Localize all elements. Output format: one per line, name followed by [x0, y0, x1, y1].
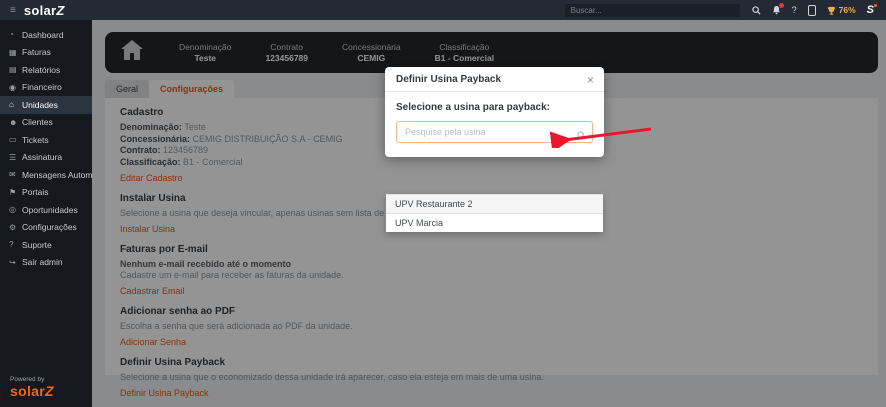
- gamification-score[interactable]: 76%: [827, 5, 856, 15]
- sidebar-item-portais[interactable]: ⚑Portais: [0, 184, 92, 202]
- sidebar-item-mensagens[interactable]: ✉Mensagens Automát...: [0, 166, 92, 184]
- modal-body: Selecione a usina para payback:: [385, 92, 604, 157]
- modal-header: Definir Usina Payback ×: [385, 67, 604, 92]
- notifications-bell-icon[interactable]: [772, 5, 781, 15]
- modal-label: Selecione a usina para payback:: [396, 102, 593, 113]
- sidebar-footer: Powered by solarZ: [0, 376, 92, 407]
- home-icon: ⌂: [9, 100, 22, 109]
- usina-options-dropdown: UPV Restaurante 2 UPV Marcia: [386, 194, 603, 232]
- sidebar-item-tickets[interactable]: ▭Tickets: [0, 131, 92, 149]
- global-search-input[interactable]: [565, 4, 740, 17]
- close-icon[interactable]: ×: [587, 75, 594, 85]
- sidebar-item-suporte[interactable]: ?Suporte: [0, 236, 92, 254]
- support-icon: ?: [9, 240, 22, 249]
- logout-icon: ↪: [9, 258, 22, 267]
- solarz-logo: solarZ: [24, 3, 65, 18]
- sidebar-item-relatorios[interactable]: ▤Relatórios: [0, 61, 92, 79]
- search-icon[interactable]: [752, 6, 761, 15]
- sidebar-item-clientes[interactable]: ☻Clientes: [0, 114, 92, 132]
- subscription-icon: ☰: [9, 153, 22, 162]
- sidebar: ◔Dashboard ▦Faturas ▤Relatórios ◉Finance…: [0, 20, 92, 407]
- modal-title: Definir Usina Payback: [396, 74, 501, 85]
- gamification-percent: 76%: [839, 5, 856, 15]
- sidebar-item-unidades[interactable]: ⌂Unidades: [0, 96, 92, 114]
- powered-by-label: Powered by: [10, 376, 92, 383]
- sidebar-item-configuracoes[interactable]: ⚙Configurações: [0, 219, 92, 237]
- finance-icon: ◉: [9, 83, 22, 92]
- definir-usina-payback-modal: Definir Usina Payback × Selecione a usin…: [385, 67, 604, 157]
- tickets-icon: ▭: [9, 135, 22, 144]
- messages-icon: ✉: [9, 170, 22, 179]
- topbar: ≡ solarZ ? 76% S: [0, 0, 886, 20]
- clients-icon: ☻: [9, 118, 22, 127]
- notification-badge: [779, 3, 784, 8]
- solarz-footer-logo: solarZ: [10, 383, 92, 399]
- sidebar-item-oportunidades[interactable]: ◎Oportunidades: [0, 201, 92, 219]
- option-upv-marcia[interactable]: UPV Marcia: [386, 214, 603, 232]
- usina-search-input[interactable]: [396, 121, 593, 143]
- mobile-app-icon[interactable]: [808, 5, 816, 16]
- dashboard-icon: ◔: [9, 30, 22, 39]
- sidebar-item-financeiro[interactable]: ◉Financeiro: [0, 79, 92, 97]
- sidebar-item-faturas[interactable]: ▦Faturas: [0, 44, 92, 62]
- invoices-icon: ▦: [9, 48, 22, 57]
- sidebar-nav: ◔Dashboard ▦Faturas ▤Relatórios ◉Finance…: [0, 20, 92, 271]
- trophy-icon: [827, 6, 836, 15]
- sidebar-item-sair-admin[interactable]: ↪Sair admin: [0, 254, 92, 272]
- solarz-mini-logo-icon[interactable]: S: [867, 4, 874, 16]
- help-icon[interactable]: ?: [792, 5, 797, 15]
- gear-icon: ⚙: [9, 223, 22, 232]
- menu-toggle-icon[interactable]: ≡: [10, 5, 16, 16]
- search-icon: [577, 127, 586, 145]
- option-upv-restaurante-2[interactable]: UPV Restaurante 2: [386, 194, 603, 214]
- sidebar-item-assinatura[interactable]: ☰Assinatura: [0, 149, 92, 167]
- sidebar-item-dashboard[interactable]: ◔Dashboard: [0, 26, 92, 44]
- reports-icon: ▤: [9, 65, 22, 74]
- opportunities-icon: ◎: [9, 205, 22, 214]
- portals-icon: ⚑: [9, 188, 22, 197]
